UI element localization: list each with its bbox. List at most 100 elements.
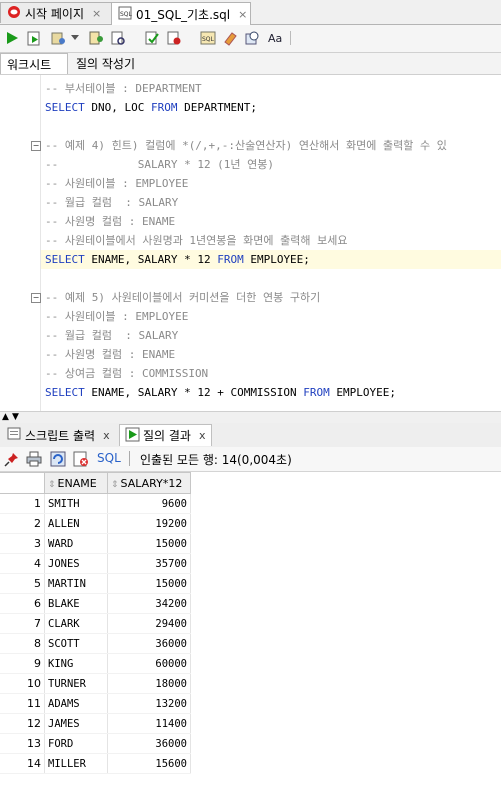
salary-cell[interactable]: 13200 [107,693,191,714]
code-line[interactable]: SELECT ENAME, SALARY * 12 + COMMISSION F… [45,383,396,402]
salary-cell[interactable]: 36000 [107,733,191,754]
salary-cell[interactable]: 19200 [107,513,191,534]
ename-cell[interactable]: ADAMS [44,693,108,714]
tab-script-output[interactable]: 스크립트 출력 x [2,424,115,446]
code-line[interactable]: SELECT DNO, LOC FROM DEPARTMENT; [45,98,257,117]
table-row[interactable]: 10 TURNER 18000 [0,673,191,694]
close-icon[interactable]: × [92,7,101,20]
sql-tuning-icon[interactable] [109,29,127,47]
close-icon[interactable]: x [103,429,110,442]
sort-icon[interactable]: ⇕ [48,480,56,490]
ename-cell[interactable]: SCOTT [44,633,108,654]
arrow-down-icon[interactable]: ▼ [12,412,19,422]
salary-cell[interactable]: 15000 [107,573,191,594]
table-row[interactable]: 14 MILLER 15600 [0,753,191,774]
table-row[interactable]: 6 BLAKE 34200 [0,593,191,614]
code-line[interactable]: SELECT ENAME, SALARY * 12 FROM EMPLOYEE; [41,250,501,269]
salary-cell[interactable]: 15000 [107,533,191,554]
tab-sql-file[interactable]: SQL 01_SQL_기초.sql × [111,2,251,25]
salary-cell[interactable]: 15600 [107,753,191,774]
table-row[interactable]: 9 KING 60000 [0,653,191,674]
code-line[interactable]: -- 예제 5) 사원테이블에서 커미션을 더한 연봉 구하기 [45,288,320,307]
table-row[interactable]: 8 SCOTT 36000 [0,633,191,654]
code-line[interactable]: -- 사원명 컬럼 : ENAME [45,212,175,231]
ename-cell[interactable]: MILLER [44,753,108,774]
ename-cell[interactable]: WARD [44,533,108,554]
tab-query-result[interactable]: 질의 결과 x [119,424,212,446]
eraser-icon[interactable] [221,29,239,47]
sort-icon[interactable]: ⇕ [111,480,119,490]
code-line[interactable]: -- 사원테이블 : EMPLOYEE [45,307,188,326]
column-header-salary[interactable]: ⇕ SALARY*12 [107,472,191,494]
table-row[interactable]: 3 WARD 15000 [0,533,191,554]
table-row[interactable]: 4 JONES 35700 [0,553,191,574]
explain-plan-icon[interactable] [87,29,105,47]
tab-query-builder[interactable]: 질의 작성기 [70,53,141,74]
column-header-ename[interactable]: ⇕ ENAME [44,472,108,494]
ename-cell[interactable]: MARTIN [44,573,108,594]
history-icon[interactable] [243,29,261,47]
row-number-cell: 6 [0,593,45,614]
sql-link[interactable]: SQL [97,451,121,465]
autotrace-icon[interactable] [49,29,67,47]
worksheet-subtabs: 워크시트 질의 작성기 [0,53,501,75]
run-statement-icon[interactable] [3,29,21,47]
row-number-cell: 5 [0,573,45,594]
code-line[interactable]: -- 월급 컬럼 : SALARY [45,193,178,212]
tab-worksheet[interactable]: 워크시트 [0,53,68,74]
code-line[interactable]: -- 사원테이블에서 사원명과 1년연봉을 화면에 출력해 보세요 [45,231,347,250]
salary-cell[interactable]: 11400 [107,713,191,734]
arrow-up-icon[interactable]: ▲ [2,412,9,422]
salary-cell[interactable]: 9600 [107,493,191,514]
table-row[interactable]: 7 CLARK 29400 [0,613,191,634]
table-row[interactable]: 11 ADAMS 13200 [0,693,191,714]
sql-comment: -- 예제 4) 힌트) 컬럼에 *(/,+,-:산술연산자) 연산해서 화면에… [45,139,447,152]
sql-format-icon[interactable]: SQL [199,29,217,47]
salary-cell[interactable]: 36000 [107,633,191,654]
salary-cell[interactable]: 18000 [107,673,191,694]
table-row[interactable]: 2 ALLEN 19200 [0,513,191,534]
ename-cell[interactable]: CLARK [44,613,108,634]
case-toggle-icon[interactable]: Aa [267,29,285,47]
close-icon[interactable]: × [238,8,247,21]
ename-cell[interactable]: JONES [44,553,108,574]
row-number-cell: 8 [0,633,45,654]
salary-cell[interactable]: 35700 [107,553,191,574]
fold-toggle-icon[interactable]: − [31,141,41,151]
print-icon[interactable] [26,451,42,467]
pin-icon[interactable] [4,451,20,467]
commit-icon[interactable] [143,29,161,47]
result-grid[interactable]: ⇕ ENAME ⇕ SALARY*12 1 SMITH 9600 2 ALLEN 19200 3… [0,472,191,774]
table-row[interactable]: 13 FORD 36000 [0,733,191,754]
ename-cell[interactable]: FORD [44,733,108,754]
close-icon[interactable]: x [199,429,206,442]
code-line[interactable]: -- 상여금 컬럼 : COMMISSION [45,364,208,383]
sql-editor[interactable]: − − -- 부서테이블 : DEPARTMENT SELECT DNO, LOC … [0,75,501,411]
fold-toggle-icon[interactable]: − [31,293,41,303]
ename-cell[interactable]: TURNER [44,673,108,694]
salary-cell[interactable]: 60000 [107,653,191,674]
sql-keyword: FROM [150,101,178,114]
ename-cell[interactable]: SMITH [44,493,108,514]
code-line[interactable]: -- 예제 4) 힌트) 컬럼에 *(/,+,-:산술연산자) 연산해서 화면에… [45,136,447,155]
ename-cell[interactable]: JAMES [44,713,108,734]
ename-cell[interactable]: BLAKE [44,593,108,614]
tab-start-page[interactable]: 시작 페이지 × [0,2,112,23]
ename-cell[interactable]: ALLEN [44,513,108,534]
rollback-icon[interactable] [165,29,183,47]
code-line[interactable]: -- 사원테이블 : EMPLOYEE [45,174,188,193]
code-line[interactable]: -- SALARY * 12 (1년 연봉) [45,155,274,174]
table-row[interactable]: 12 JAMES 11400 [0,713,191,734]
code-line[interactable]: -- 부서테이블 : DEPARTMENT [45,79,202,98]
salary-cell[interactable]: 34200 [107,593,191,614]
cancel-query-icon[interactable] [73,451,89,467]
run-script-icon[interactable] [25,29,43,47]
table-row[interactable]: 5 MARTIN 15000 [0,573,191,594]
salary-cell[interactable]: 29400 [107,613,191,634]
chevron-down-icon[interactable] [69,29,81,47]
ename-cell[interactable]: KING [44,653,108,674]
code-line[interactable]: -- 월급 컬럼 : SALARY [45,326,178,345]
code-line[interactable]: -- 사원명 컬럼 : ENAME [45,345,175,364]
table-row[interactable]: 1 SMITH 9600 [0,493,191,514]
refresh-icon[interactable] [50,451,66,467]
